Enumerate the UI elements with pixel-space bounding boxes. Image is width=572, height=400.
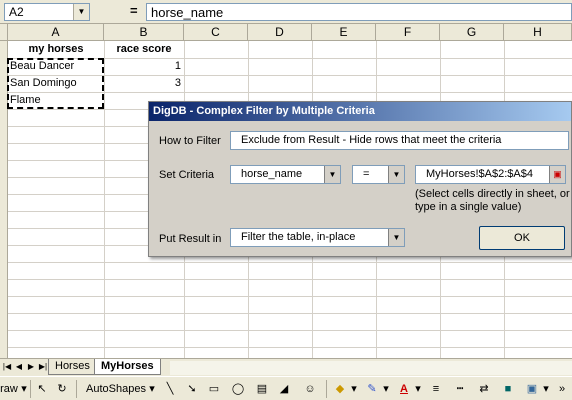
last-sheet-icon[interactable]: ▶| (38, 361, 48, 373)
chevron-down-icon[interactable]: ▼ (388, 166, 404, 183)
column-header-a[interactable]: A (8, 24, 104, 41)
cell-a2[interactable]: Beau Dancer (8, 58, 104, 75)
dialog-title[interactable]: DigDB - Complex Filter by Multiple Crite… (149, 102, 571, 121)
3d-style-dropdown-icon[interactable]: ▾ (542, 380, 550, 398)
autoshapes-menu[interactable]: AutoShapes (84, 380, 148, 398)
3d-style-icon[interactable]: ▣ (524, 380, 540, 398)
column-header-g[interactable]: G (440, 24, 504, 41)
range-select-icon[interactable]: ▣ (549, 166, 565, 183)
horizontal-scrollbar[interactable] (170, 361, 572, 375)
put-result-select[interactable]: Filter the table, in-place ▼ (230, 228, 405, 247)
line-color-icon[interactable]: ✎ (364, 380, 380, 398)
equals-sign: = (130, 3, 138, 18)
autoshapes-dropdown-icon[interactable]: ▾ (148, 380, 156, 398)
arrow-style-icon[interactable]: ⇄ (476, 380, 492, 398)
column-header-b[interactable]: B (104, 24, 184, 41)
put-result-label: Put Result in (159, 233, 222, 245)
sheet-tab-bar: |◀ ◀ ▶ ▶| Horses MyHorses (0, 358, 572, 375)
select-all-corner[interactable] (0, 24, 8, 41)
chevron-down-icon[interactable]: ▼ (324, 166, 340, 183)
how-to-filter-label: How to Filter (159, 135, 221, 147)
shadow-style-icon[interactable]: ■ (500, 380, 516, 398)
how-to-filter-select[interactable]: Exclude from Result - Hide rows that mee… (230, 131, 569, 150)
name-box[interactable]: A2 ▼ (4, 3, 90, 21)
dash-style-icon[interactable]: ┅ (452, 380, 468, 398)
criteria-note: (Select cells directly in sheet, or type… (415, 188, 570, 213)
prev-sheet-icon[interactable]: ◀ (14, 361, 24, 373)
tab-myhorses[interactable]: MyHorses (94, 359, 161, 375)
draw-menu[interactable]: raw (0, 380, 18, 398)
arrow-icon[interactable]: ➘ (184, 380, 200, 398)
drawing-toolbar: raw ▾ ↖ ↻ AutoShapes ▾ ╲ ➘ ▭ ◯ ▤ ◢ ☺ ◆ ▾… (0, 376, 572, 400)
chevron-down-icon[interactable]: ▼ (388, 229, 404, 246)
rectangle-icon[interactable]: ▭ (206, 380, 222, 398)
cell-a3[interactable]: San Domingo (8, 75, 104, 92)
complex-filter-dialog: DigDB - Complex Filter by Multiple Crite… (148, 101, 572, 257)
next-sheet-icon[interactable]: ▶ (26, 361, 36, 373)
criteria-operator-value: = (363, 168, 370, 180)
line-style-icon[interactable]: ≡ (428, 380, 444, 398)
text-box-icon[interactable]: ▤ (254, 380, 270, 398)
draw-dropdown-icon[interactable]: ▾ (20, 380, 28, 398)
toolbar-options-icon[interactable]: » (556, 380, 568, 398)
criteria-ref-input[interactable]: MyHorses!$A$2:$A$4 ▣ (415, 165, 566, 184)
ok-button[interactable]: OK (479, 226, 565, 250)
formula-input[interactable]: horse_name (146, 3, 572, 21)
fill-color-icon[interactable]: ◆ (332, 380, 348, 398)
column-header-h[interactable]: H (504, 24, 572, 41)
first-sheet-icon[interactable]: |◀ (2, 361, 12, 373)
font-color-icon[interactable]: A (396, 380, 412, 398)
column-header-d[interactable]: D (248, 24, 312, 41)
clip-art-icon[interactable]: ☺ (302, 380, 318, 398)
tab-horses[interactable]: Horses (48, 359, 97, 375)
cell-b2[interactable]: 1 (104, 58, 184, 75)
select-objects-icon[interactable]: ↖ (34, 380, 50, 398)
font-color-dropdown-icon[interactable]: ▾ (414, 380, 422, 398)
criteria-ref-value: MyHorses!$A$2:$A$4 (426, 168, 533, 180)
cell-b3[interactable]: 3 (104, 75, 184, 92)
line-color-dropdown-icon[interactable]: ▾ (382, 380, 390, 398)
oval-icon[interactable]: ◯ (230, 380, 246, 398)
criteria-field-value: horse_name (241, 168, 303, 180)
cell-a1[interactable]: my horses (8, 41, 104, 58)
name-box-dropdown-icon[interactable]: ▼ (73, 4, 89, 20)
put-result-value: Filter the table, in-place (241, 231, 356, 243)
cell-a4[interactable]: Flame (8, 92, 104, 109)
row-header-strip[interactable] (0, 41, 8, 358)
cell-b1[interactable]: race score (104, 41, 184, 58)
criteria-field-select[interactable]: horse_name ▼ (230, 165, 341, 184)
formula-bar: A2 ▼ = horse_name (0, 0, 572, 24)
wordart-icon[interactable]: ◢ (276, 380, 292, 398)
set-criteria-label: Set Criteria (159, 169, 215, 181)
column-header-e[interactable]: E (312, 24, 376, 41)
column-header-f[interactable]: F (376, 24, 440, 41)
how-to-filter-value: Exclude from Result - Hide rows that mee… (241, 134, 502, 146)
criteria-operator-select[interactable]: = ▼ (352, 165, 405, 184)
name-box-value: A2 (9, 5, 24, 19)
free-rotate-icon[interactable]: ↻ (54, 380, 70, 398)
line-icon[interactable]: ╲ (162, 380, 178, 398)
fill-color-dropdown-icon[interactable]: ▾ (350, 380, 358, 398)
column-header-c[interactable]: C (184, 24, 248, 41)
